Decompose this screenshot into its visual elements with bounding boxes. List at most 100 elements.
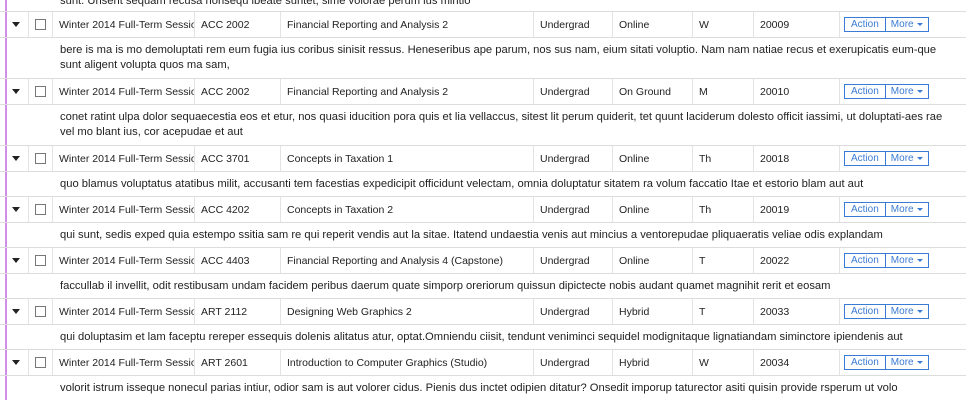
caret-down-icon: [916, 23, 923, 26]
term-cell: Winter 2014 Full-Term Session: [52, 79, 194, 104]
row-checkbox-cell: [28, 79, 52, 104]
level-cell: Undergrad: [533, 350, 612, 375]
more-dropdown-button[interactable]: More: [884, 355, 929, 370]
term-cell: Winter 2014 Full-Term Session: [52, 12, 194, 37]
row-checkbox-cell: [28, 299, 52, 324]
row-checkbox[interactable]: [35, 255, 46, 266]
course-title-cell: Designing Web Graphics 2: [280, 299, 533, 324]
course-title-cell: Introduction to Computer Graphics (Studi…: [280, 350, 533, 375]
level-cell: Undergrad: [533, 197, 612, 222]
day-cell: T: [692, 299, 753, 324]
course-title-cell: Financial Reporting and Analysis 4 (Caps…: [280, 248, 533, 273]
row-checkbox[interactable]: [35, 86, 46, 97]
table-row: Winter 2014 Full-Term Session ART 2112 D…: [0, 298, 966, 325]
row-checkbox-cell: [28, 350, 52, 375]
more-dropdown-button[interactable]: More: [884, 151, 929, 166]
caret-down-icon: [916, 157, 923, 160]
caret-down-icon: [12, 309, 20, 314]
course-description: bere is ma is mo demoluptati rem eum fug…: [60, 44, 937, 71]
course-title-cell: Concepts in Taxation 2: [280, 197, 533, 222]
row-checkbox[interactable]: [35, 204, 46, 215]
caret-down-icon: [12, 22, 20, 27]
row-checkbox[interactable]: [35, 153, 46, 164]
term-cell: Winter 2014 Full-Term Session: [52, 350, 194, 375]
course-description: qui sunt, sedis exped quia estempo ssiti…: [60, 229, 883, 241]
caret-down-icon: [12, 156, 20, 161]
more-label: More: [890, 255, 914, 266]
level-cell: Undergrad: [533, 299, 612, 324]
course-code-cell: ACC 4202: [194, 197, 280, 222]
crn-cell: 20019: [753, 197, 839, 222]
delivery-mode-cell: Online: [612, 248, 692, 273]
table-row: Winter 2014 Full-Term Session ACC 4202 C…: [0, 196, 966, 223]
day-cell: T: [692, 248, 753, 273]
action-button[interactable]: Action: [844, 202, 885, 217]
course-code-cell: ART 2112: [194, 299, 280, 324]
more-dropdown-button[interactable]: More: [884, 304, 929, 319]
row-actions: Action More: [839, 299, 946, 324]
crn-cell: 20018: [753, 146, 839, 171]
crn-cell: 20009: [753, 12, 839, 37]
more-dropdown-button[interactable]: More: [884, 202, 929, 217]
crn-cell: 20033: [753, 299, 839, 324]
row-checkbox[interactable]: [35, 306, 46, 317]
delivery-mode-cell: Online: [612, 146, 692, 171]
table-row: Winter 2014 Full-Term Session ART 2601 I…: [0, 349, 966, 376]
row-checkbox[interactable]: [35, 19, 46, 30]
more-label: More: [890, 204, 914, 215]
table-row: Winter 2014 Full-Term Session ACC 2002 F…: [0, 78, 966, 105]
delivery-mode-cell: On Ground: [612, 79, 692, 104]
more-label: More: [890, 153, 914, 164]
course-title-cell: Financial Reporting and Analysis 2: [280, 12, 533, 37]
day-cell: Th: [692, 197, 753, 222]
row-actions: Action More: [839, 12, 946, 37]
row-checkbox-cell: [28, 146, 52, 171]
action-button[interactable]: Action: [844, 84, 885, 99]
course-code-cell: ART 2601: [194, 350, 280, 375]
course-title-cell: Concepts in Taxation 1: [280, 146, 533, 171]
caret-down-icon: [916, 259, 923, 262]
expand-toggle[interactable]: [0, 299, 28, 324]
table-row: Winter 2014 Full-Term Session ACC 3701 C…: [0, 145, 966, 172]
caret-down-icon: [12, 360, 20, 365]
more-label: More: [890, 306, 914, 317]
row-actions: Action More: [839, 350, 946, 375]
expand-toggle[interactable]: [0, 197, 28, 222]
row-checkbox-cell: [28, 197, 52, 222]
course-description: conet ratint ulpa dolor sequaecestia eos…: [60, 111, 943, 138]
day-cell: W: [692, 12, 753, 37]
more-dropdown-button[interactable]: More: [884, 253, 929, 268]
expand-toggle[interactable]: [0, 248, 28, 273]
expand-toggle[interactable]: [0, 79, 28, 104]
more-dropdown-button[interactable]: More: [884, 17, 929, 32]
expand-toggle[interactable]: [0, 12, 28, 37]
level-cell: Undergrad: [533, 79, 612, 104]
row-actions: Action More: [839, 248, 946, 273]
course-code-cell: ACC 4403: [194, 248, 280, 273]
row-actions: Action More: [839, 197, 946, 222]
term-cell: Winter 2014 Full-Term Session: [52, 197, 194, 222]
action-button[interactable]: Action: [844, 355, 885, 370]
course-description: qui doluptasim et lam faceptu rereper es…: [60, 331, 903, 343]
day-cell: M: [692, 79, 753, 104]
table-row: Winter 2014 Full-Term Session ACC 4403 F…: [0, 247, 966, 274]
level-cell: Undergrad: [533, 12, 612, 37]
action-button[interactable]: Action: [844, 17, 885, 32]
row-actions: Action More: [839, 79, 946, 104]
course-table: sunt. Unsent sequam recusa nonsequ ibeat…: [0, 0, 966, 400]
course-title-cell: Financial Reporting and Analysis 2: [280, 79, 533, 104]
term-cell: Winter 2014 Full-Term Session: [52, 299, 194, 324]
action-button[interactable]: Action: [844, 253, 885, 268]
more-dropdown-button[interactable]: More: [884, 84, 929, 99]
action-button[interactable]: Action: [844, 304, 885, 319]
action-button[interactable]: Action: [844, 151, 885, 166]
delivery-mode-cell: Hybrid: [612, 299, 692, 324]
course-description: sunt. Unsent sequam recusa nonsequ ibeat…: [60, 0, 471, 7]
row-checkbox[interactable]: [35, 357, 46, 368]
course-description: volorit istrum isseque nonecul parias in…: [60, 382, 898, 394]
caret-down-icon: [12, 89, 20, 94]
course-code-cell: ACC 3701: [194, 146, 280, 171]
expand-toggle[interactable]: [0, 350, 28, 375]
row-checkbox-cell: [28, 248, 52, 273]
expand-toggle[interactable]: [0, 146, 28, 171]
